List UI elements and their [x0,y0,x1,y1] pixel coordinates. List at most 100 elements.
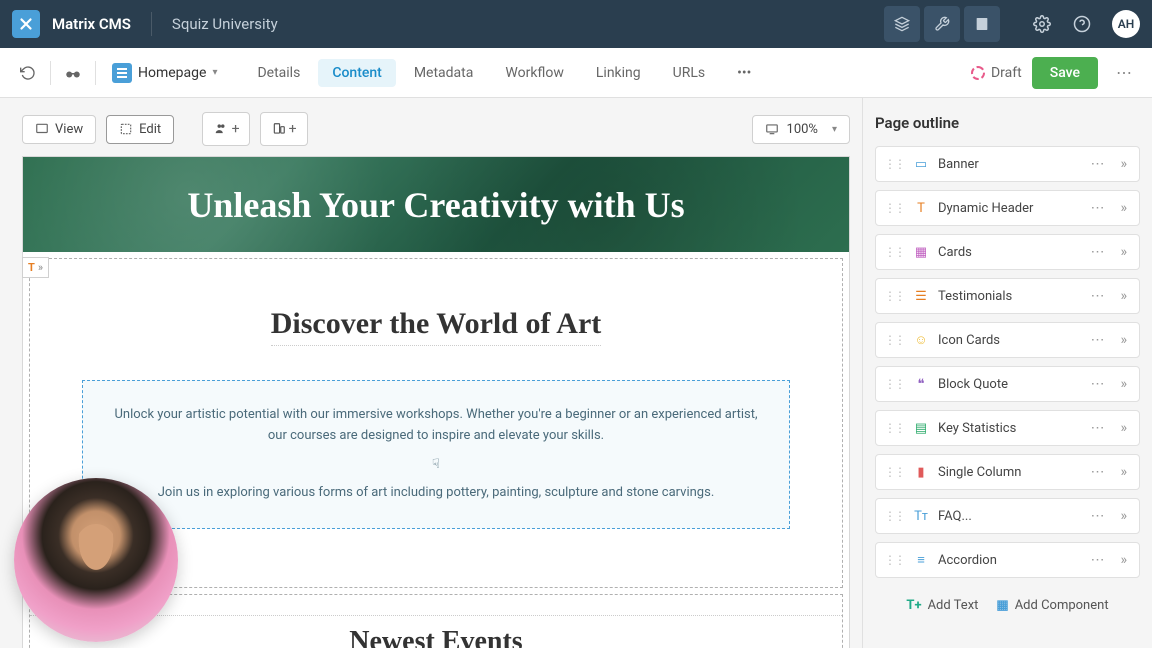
paragraph-2: Join us in exploring various forms of ar… [113,483,759,504]
outline-item-testimonials[interactable]: ⋮⋮☰Testimonials⋯» [875,278,1140,314]
item-more-icon[interactable]: ⋯ [1086,244,1108,260]
binoculars-icon[interactable] [57,57,89,89]
item-more-icon[interactable]: ⋯ [1086,508,1108,524]
grip-icon[interactable]: ⋮⋮ [884,377,904,391]
component-icon: ▤ [912,419,930,437]
draft-indicator-icon [971,66,985,80]
item-more-icon[interactable]: ⋯ [1086,464,1108,480]
add-text-label: Add Text [928,598,979,613]
item-more-icon[interactable]: ⋯ [1086,420,1108,436]
chevron-right-icon[interactable]: » [1116,464,1131,480]
breadcrumb[interactable]: Homepage ▾ [102,57,227,89]
user-avatar[interactable]: AH [1112,10,1140,38]
outline-item-icon-cards[interactable]: ⋮⋮☺Icon Cards⋯» [875,322,1140,358]
grip-icon[interactable]: ⋮⋮ [884,201,904,215]
item-more-icon[interactable]: ⋯ [1086,288,1108,304]
edit-label: Edit [139,122,161,137]
site-name[interactable]: Squiz University [172,15,278,33]
component-icon: ❝ [912,375,930,393]
divider [95,61,96,85]
wrench-icon[interactable] [924,6,960,42]
events-heading: Newest Events [30,626,842,648]
outline-item-accordion[interactable]: ⋮⋮≡Accordion⋯» [875,542,1140,578]
chevron-right-icon[interactable]: » [1116,420,1131,436]
banner-block[interactable]: Unleash Your Creativity with Us [23,157,849,252]
presenter-video[interactable] [14,478,178,642]
item-more-icon[interactable]: ⋯ [1086,200,1108,216]
grip-icon[interactable]: ⋮⋮ [884,333,904,347]
outline-item-label: Single Column [938,465,1078,480]
component-icon: ≡ [912,551,930,569]
save-button[interactable]: Save [1032,57,1098,89]
edit-mode-button[interactable]: Edit [106,115,174,144]
component-icon: ▦ [912,243,930,261]
tab-metadata[interactable]: Metadata [400,59,488,87]
outline-item-cards[interactable]: ⋮⋮▦Cards⋯» [875,234,1140,270]
grip-icon[interactable]: ⋮⋮ [884,465,904,479]
item-more-icon[interactable]: ⋯ [1086,332,1108,348]
chevron-right-icon[interactable]: » [1116,244,1131,260]
canvas-toolbar: View Edit + + 100% ▾ [22,112,850,146]
document-icon[interactable] [964,6,1000,42]
chevron-right-icon[interactable]: » [1116,200,1131,216]
grip-icon[interactable]: ⋮⋮ [884,421,904,435]
paragraph-1: Unlock your artistic potential with our … [113,405,759,447]
component-icon: ▭ [912,155,930,173]
grip-icon[interactable]: ⋮⋮ [884,553,904,567]
outline-item-label: Block Quote [938,377,1078,392]
chevron-right-icon[interactable]: » [1116,332,1131,348]
item-more-icon[interactable]: ⋯ [1086,552,1108,568]
outline-item-label: Icon Cards [938,333,1078,348]
outline-item-faq-[interactable]: ⋮⋮TᴛFAQ...⋯» [875,498,1140,534]
more-menu-icon[interactable]: ⋯ [1108,57,1140,89]
add-people-button[interactable]: + [202,112,250,146]
outline-item-block-quote[interactable]: ⋮⋮ ❝ Block Quote ⋯ » [875,366,1140,402]
grip-icon[interactable]: ⋮⋮ [884,509,904,523]
block-handle[interactable]: T» [22,257,49,278]
outline-item-single-column[interactable]: ⋮⋮▮Single Column⋯» [875,454,1140,490]
chevron-right-icon[interactable]: » [1116,288,1131,304]
tab-linking[interactable]: Linking [582,59,655,87]
chevron-right-icon: » [38,261,43,274]
outline-panel: Page outline ⋮⋮▭Banner⋯»⋮⋮TDynamic Heade… [862,98,1152,648]
tab-workflow[interactable]: Workflow [491,59,578,87]
add-text-button[interactable]: T+ Add Text [906,598,978,613]
grip-icon[interactable]: ⋮⋮ [884,245,904,259]
logo-icon [12,10,40,38]
grip-icon[interactable]: ⋮⋮ [884,289,904,303]
view-mode-button[interactable]: View [22,115,96,144]
outline-footer: T+ Add Text ▦ Add Component [875,588,1140,623]
chevron-right-icon[interactable]: » [1116,552,1131,568]
item-more-icon[interactable]: ⋯ [1086,156,1108,172]
add-device-button[interactable]: + [260,112,308,146]
outline-item-key-statistics[interactable]: ⋮⋮ ▤ Key Statistics ⋯ » [875,410,1140,446]
zoom-control[interactable]: 100% ▾ [752,115,850,144]
gear-icon[interactable] [1024,6,1060,42]
outline-item-banner[interactable]: ⋮⋮▭Banner⋯» [875,146,1140,182]
body-text-block[interactable]: Unlock your artistic potential with our … [82,380,790,529]
history-icon[interactable] [12,57,44,89]
chevron-down-icon: ▾ [212,67,217,78]
outline-item-dynamic-header[interactable]: ⋮⋮TDynamic Header⋯» [875,190,1140,226]
header-actions: AH [884,6,1140,42]
status-badge[interactable]: Draft [971,65,1022,81]
tab-more[interactable]: ••• [723,59,765,87]
tab-content[interactable]: Content [318,59,396,87]
chevron-right-icon[interactable]: » [1116,508,1131,524]
grip-icon[interactable]: ⋮⋮ [884,157,904,171]
component-icon: Tᴛ [912,507,930,525]
tab-urls[interactable]: URLs [659,59,719,87]
help-icon[interactable] [1064,6,1100,42]
tab-details[interactable]: Details [243,59,314,87]
page-tabs: Details Content Metadata Workflow Linkin… [243,59,765,87]
layers-icon[interactable] [884,6,920,42]
item-more-icon[interactable]: ⋯ [1086,376,1108,392]
banner-title: Unleash Your Creativity with Us [187,184,684,226]
chevron-right-icon[interactable]: » [1116,376,1131,392]
chevron-right-icon[interactable]: » [1116,156,1131,172]
add-component-button[interactable]: ▦ Add Component [996,598,1108,613]
outline-item-label: Key Statistics [938,421,1078,436]
page-toolbar: Homepage ▾ Details Content Metadata Work… [0,48,1152,98]
section-heading[interactable]: Discover the World of Art [271,307,602,346]
add-component-icon: ▦ [996,598,1008,613]
